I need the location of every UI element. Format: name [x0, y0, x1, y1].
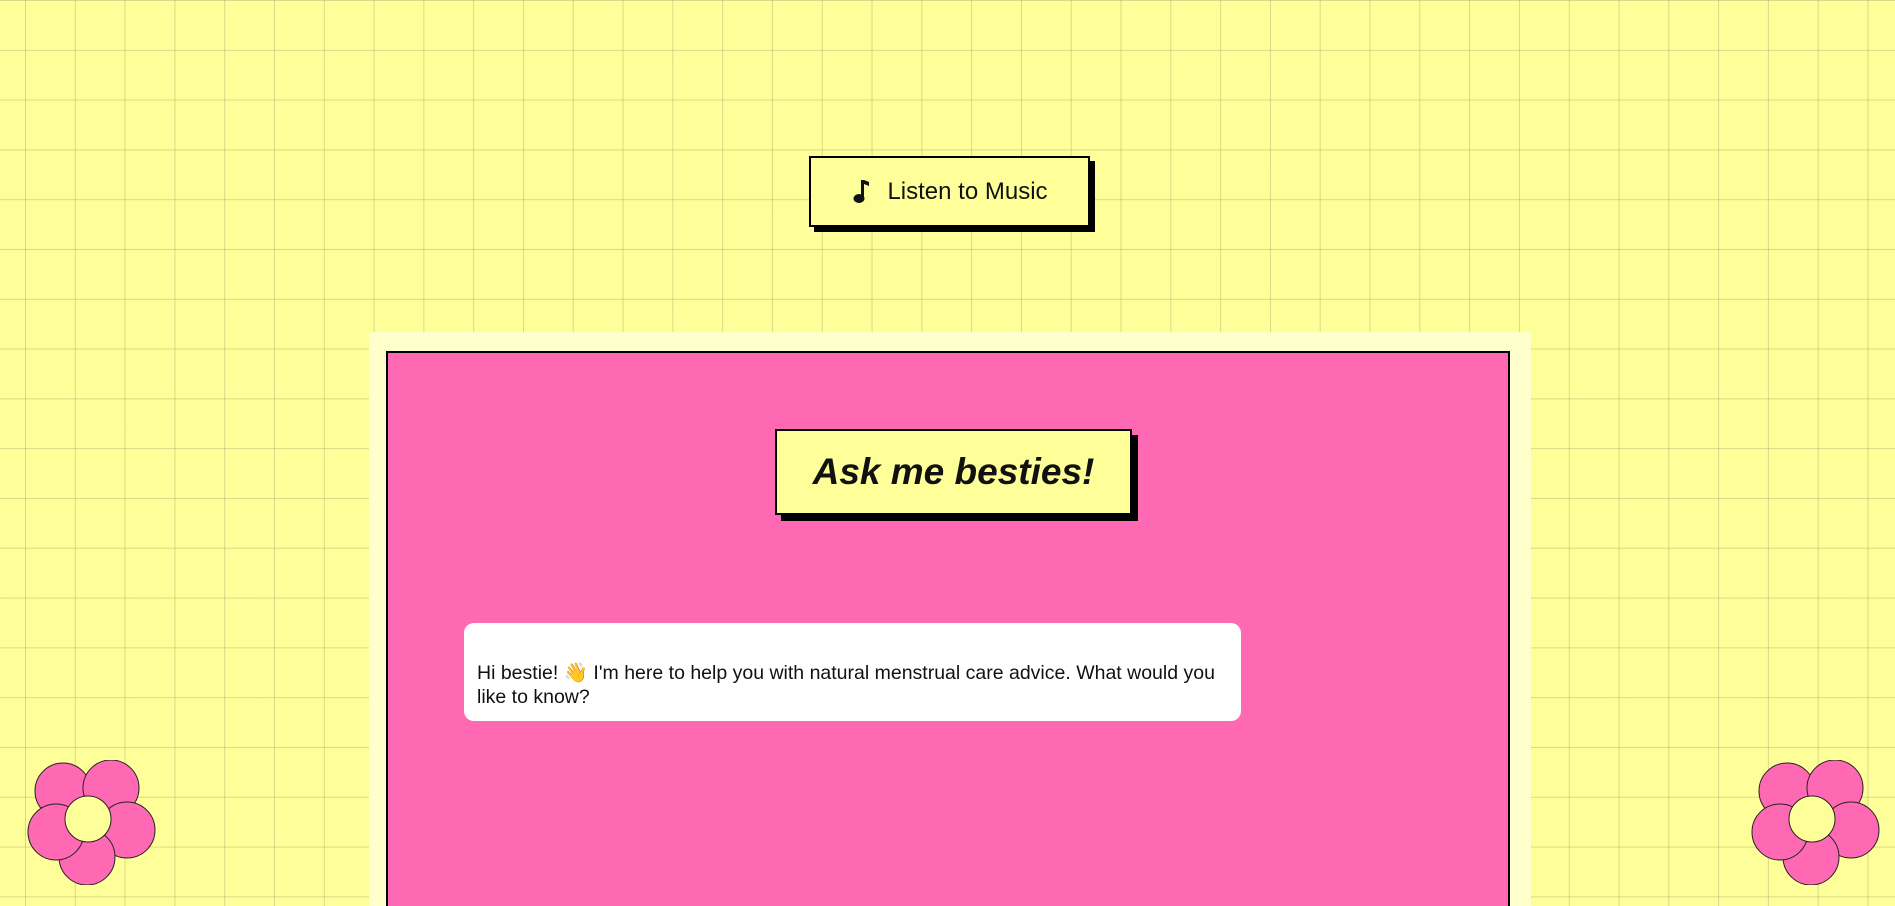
- bot-message-text: Hi bestie! 👋 I'm here to help you with n…: [477, 662, 1215, 708]
- music-button-wrapper: Listen to Music: [809, 156, 1095, 232]
- bot-message-bubble: Hi bestie! 👋 I'm here to help you with n…: [464, 623, 1241, 721]
- chat-container: Ask me besties! Hi bestie! 👋 I'm here to…: [386, 351, 1510, 906]
- music-button-label: Listen to Music: [887, 177, 1048, 205]
- chat-title: Ask me besties!: [812, 451, 1095, 492]
- chat-title-box: Ask me besties!: [775, 429, 1132, 515]
- chat-title-wrapper: Ask me besties!: [775, 429, 1138, 521]
- music-note-icon: [851, 179, 871, 205]
- flower-icon: [27, 759, 157, 886]
- flower-icon: [1751, 759, 1881, 886]
- listen-to-music-button[interactable]: Listen to Music: [809, 156, 1090, 227]
